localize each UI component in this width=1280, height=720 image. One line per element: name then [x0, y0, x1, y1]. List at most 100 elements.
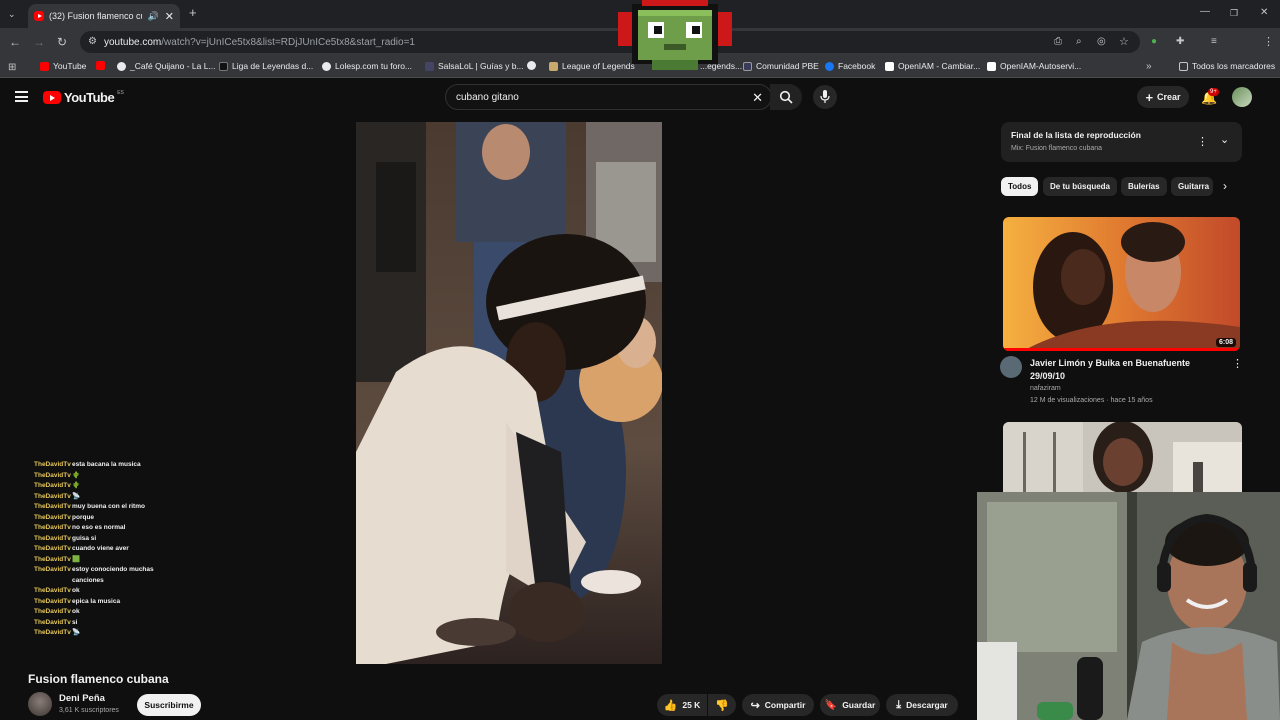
chat-message: TheDavidTv epica la musica [34, 597, 121, 605]
tab-search-icon[interactable]: ⌄ [8, 8, 16, 20]
dislike-button[interactable]: 👎 [708, 694, 736, 716]
video-player[interactable] [356, 122, 662, 664]
close-window-icon[interactable]: ✕ [1260, 7, 1268, 19]
more-options-icon[interactable]: ⋮ [1232, 357, 1243, 370]
facebook-icon [825, 61, 834, 71]
download-label: Descargar [906, 700, 948, 710]
chat-message: TheDavidTv 📡 [34, 492, 81, 500]
youtube-logo[interactable]: YouTube ES [43, 90, 124, 105]
bookmark-item[interactable]: OpenIAM - Cambiar... [885, 61, 980, 71]
channel-avatar[interactable] [28, 692, 52, 716]
chip-todos[interactable]: Todos [1001, 177, 1039, 196]
create-button[interactable]: + Crear [1137, 86, 1189, 108]
all-bookmarks[interactable]: Todos los marcadores [1179, 61, 1275, 71]
bookmark-item[interactable]: _Café Quijano - La L... [117, 61, 216, 71]
bookmark-item[interactable]: Liga de Leyendas d... [219, 61, 313, 71]
bookmark-star-icon[interactable]: ☆ [1119, 36, 1129, 48]
bookmark-item[interactable] [527, 61, 540, 70]
download-button[interactable]: ⤓ Descargar [886, 694, 958, 716]
url-path: /watch?v=jUnICe5tx8&list=RDjJUnICe5tx8&s… [161, 36, 415, 48]
youtube-icon [96, 61, 105, 70]
save-label: Guardar [842, 700, 876, 710]
clear-search-icon[interactable]: ✕ [752, 90, 763, 106]
user-avatar[interactable] [1232, 87, 1252, 107]
zoom-icon[interactable]: ⌕ [1076, 36, 1082, 48]
youtube-icon [40, 61, 49, 71]
bookmark-item[interactable] [96, 61, 109, 70]
chat-message: TheDavidTv porque [34, 513, 95, 521]
speaker-icon[interactable]: 🔊 [148, 11, 159, 22]
recommendation-thumbnail[interactable] [1003, 422, 1242, 492]
voice-search-button[interactable] [813, 85, 837, 109]
region-code: ES [117, 90, 124, 96]
more-options-icon[interactable]: ⋮ [1197, 135, 1208, 148]
extension-icon[interactable]: ● [1151, 36, 1157, 48]
apps-grid-icon[interactable]: ⊞ [8, 62, 16, 74]
reading-list-icon[interactable]: ≡ [1211, 36, 1217, 48]
search-button[interactable] [770, 84, 802, 110]
back-icon[interactable]: ← [9, 36, 21, 48]
chip-guitarra[interactable]: Guitarra [1171, 177, 1213, 196]
salsalol-icon [425, 61, 434, 71]
chat-message: TheDavidTv 📡 [34, 629, 81, 636]
recommendation-channel[interactable]: nafaziram [1030, 385, 1061, 392]
channel-avatar[interactable] [1000, 356, 1022, 378]
close-tab-icon[interactable]: ✕ [165, 10, 174, 23]
openiam-icon [987, 61, 996, 71]
video-frame [356, 122, 662, 664]
playlist-panel[interactable]: Final de la lista de reproducción Mix: F… [1001, 122, 1242, 162]
bookmark-item[interactable]: SalsaLoL | Guías y b... [425, 61, 524, 71]
search-icon [779, 90, 793, 104]
plus-icon: + [1145, 89, 1154, 105]
browser-tab[interactable]: (32) Fusion flamenco cubana 🔊 ✕ [28, 4, 180, 28]
lol-icon [219, 61, 228, 71]
playlist-title: Final de la lista de reproducción [1011, 130, 1141, 140]
subscribe-button[interactable]: Suscribirme [137, 694, 201, 716]
bookmark-item[interactable]: Facebook [825, 61, 875, 71]
recommendation-thumbnail[interactable]: 6:08 [1003, 217, 1240, 351]
minimize-icon[interactable]: — [1200, 6, 1210, 18]
site-info-icon[interactable]: ⚙ [88, 36, 97, 48]
pbe-icon [743, 61, 752, 71]
restore-icon[interactable]: ❐ [1230, 7, 1238, 19]
recommendation-title[interactable]: Javier Limón y Buika en Buenafuente 29/0… [1030, 357, 1220, 383]
extensions-puzzle-icon[interactable]: ✚ [1176, 36, 1184, 48]
forward-icon[interactable]: → [33, 36, 45, 48]
bookmark-item[interactable]: Lolesp.com tu foro... [322, 61, 412, 71]
url-host: youtube.com [104, 36, 162, 48]
chat-message: TheDavidTv ok [34, 608, 80, 615]
chip-de-tu-busqueda[interactable]: De tu búsqueda [1043, 177, 1118, 196]
bookmark-item[interactable]: Comunidad PBE [743, 61, 819, 71]
like-button[interactable]: 👍 25 K [657, 694, 707, 716]
channel-name[interactable]: Deni Peña [59, 693, 105, 704]
share-label: Compartir [764, 700, 806, 710]
folder-icon [1179, 61, 1188, 71]
share-button[interactable]: ↪ Compartir [742, 694, 814, 716]
search-input[interactable]: cubano gitano ✕ [445, 84, 772, 110]
globe-icon [117, 61, 126, 71]
bookmark-item[interactable]: OpenIAM-Autoservi... [987, 61, 1081, 71]
streamer-camera [977, 492, 1280, 720]
menu-dots-icon[interactable]: ⋮ [1263, 36, 1274, 48]
more-bookmarks-icon[interactable]: » [1146, 61, 1152, 73]
webcam-feed [977, 492, 1280, 720]
stream-mascot-icon [618, 0, 732, 70]
new-tab-icon[interactable]: + [189, 6, 197, 19]
subscriber-count: 3,61 K suscriptores [59, 707, 119, 714]
chip-bulerias[interactable]: Bulerías [1121, 177, 1167, 196]
install-icon[interactable]: ⎙ [1054, 36, 1062, 48]
hamburger-menu-icon[interactable] [15, 91, 28, 102]
chat-message: TheDavidTv 🌵 [34, 482, 81, 489]
chevron-down-icon[interactable]: ⌄ [1220, 133, 1229, 146]
bookmark-item[interactable]: YouTube [40, 61, 86, 71]
like-count: 25 K [682, 700, 701, 710]
chat-message: TheDavidTv ok [34, 587, 80, 594]
video-duration: 6:08 [1215, 338, 1236, 347]
save-button[interactable]: 🔖 Guardar [820, 694, 880, 716]
address-bar[interactable]: ⚙ youtube.com/watch?v=jUnICe5tx8&list=RD… [80, 31, 1140, 53]
thumbnail-image [1003, 422, 1242, 492]
reload-icon[interactable]: ↻ [57, 36, 67, 48]
chevron-right-icon[interactable]: › [1223, 179, 1227, 193]
openiam-icon [885, 61, 894, 71]
tracking-icon[interactable]: ◎ [1097, 36, 1106, 48]
